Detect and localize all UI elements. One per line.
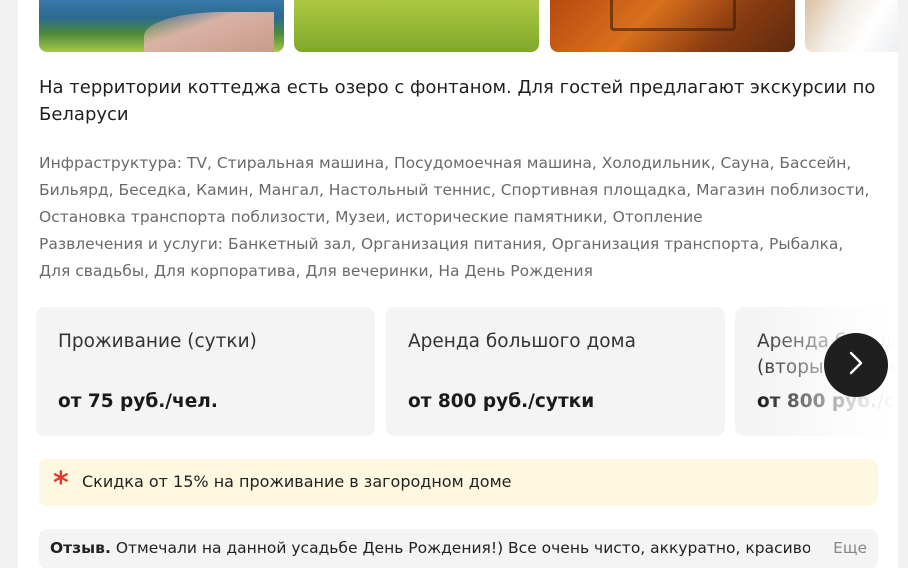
review-text: Отзыв. Отмечали на данной усадьбе День Р… bbox=[50, 539, 810, 557]
photo-lake[interactable] bbox=[39, 0, 284, 52]
review-label: Отзыв. bbox=[50, 539, 111, 557]
review-more-link[interactable]: Еще bbox=[833, 539, 867, 557]
price-title: Аренда большого дома bbox=[408, 331, 636, 352]
amenities: Инфраструктура: TV, Стиральная машина, П… bbox=[39, 150, 879, 285]
chevron-right-icon bbox=[847, 350, 865, 380]
price-title: Проживание (сутки) bbox=[58, 331, 257, 352]
review-body: Отмечали на данной усадьбе День Рождения… bbox=[115, 539, 810, 557]
photo-lawn[interactable] bbox=[294, 0, 539, 52]
price-value: от 800 руб./сутки bbox=[408, 391, 595, 412]
entertainment-list: Развлечения и услуги: Банкетный зал, Орг… bbox=[39, 235, 844, 280]
price-card[interactable]: Проживание (сутки) от 75 руб./чел. bbox=[36, 307, 375, 436]
discount-text: Скидка от 15% на проживание в загородном… bbox=[82, 472, 512, 491]
infrastructure-list: Инфраструктура: TV, Стиральная машина, П… bbox=[39, 154, 870, 226]
price-card[interactable]: Аренда большого дома от 800 руб./сутки bbox=[386, 307, 725, 436]
photo-sauna[interactable] bbox=[550, 0, 795, 52]
discount-banner: * Скидка от 15% на проживание в загородн… bbox=[39, 459, 878, 506]
slider-next-button[interactable] bbox=[824, 333, 888, 397]
photo-interior[interactable] bbox=[805, 0, 898, 52]
price-value: от 800 руб./сутки bbox=[757, 391, 898, 412]
asterisk-icon: * bbox=[53, 466, 69, 501]
listing-card: На территории коттеджа есть озеро с фонт… bbox=[18, 0, 898, 568]
description-lead: На территории коттеджа есть озеро с фонт… bbox=[39, 77, 876, 125]
price-value: от 75 руб./чел. bbox=[58, 391, 218, 412]
review-preview: Отзыв. Отмечали на данной усадьбе День Р… bbox=[39, 529, 878, 568]
photo-gallery bbox=[39, 0, 898, 52]
price-slider: Проживание (сутки) от 75 руб./чел. Аренд… bbox=[36, 307, 898, 437]
